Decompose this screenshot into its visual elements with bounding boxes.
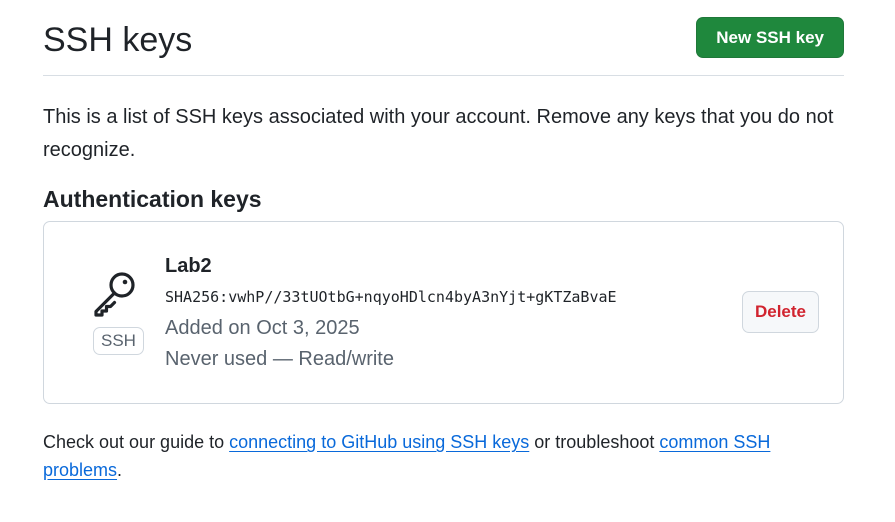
key-details: Lab2 SHA256:vwhP//33tUOtbG+nqyoHDlcn4byA… [165,252,617,375]
key-usage: Never used — Read/write [165,348,394,370]
ssh-guide-link[interactable]: connecting to GitHub using SSH keys [229,432,529,452]
ssh-keys-page: SSH keys New SSH key This is a list of S… [43,0,844,480]
page-title: SSH keys [43,21,193,59]
key-fingerprint: SHA256:vwhP//33tUOtbG+nqyoHDlcn4byA3nYjt… [165,288,617,306]
new-ssh-key-button[interactable]: New SSH key [696,17,844,58]
footer-note: Check out our guide to connecting to Git… [43,428,844,484]
key-added-date: Added on Oct 3, 2025 [165,317,360,339]
key-icon [94,272,135,317]
ssh-key-list-item: SSH Lab2 SHA256:vwhP//33tUOtbG+nqyoHDlcn… [43,221,844,404]
footer-suffix: . [117,460,123,480]
footer-prefix: Check out our guide to [43,432,230,452]
footer-middle: or troubleshoot [529,432,660,452]
page-header: SSH keys New SSH key [43,0,844,76]
intro-text: This is a list of SSH keys associated wi… [43,106,834,161]
delete-key-button[interactable]: Delete [741,291,819,333]
key-type-badge: SSH [93,327,144,355]
key-title: Lab2 [165,255,212,277]
section-title: Authentication keys [43,186,262,212]
